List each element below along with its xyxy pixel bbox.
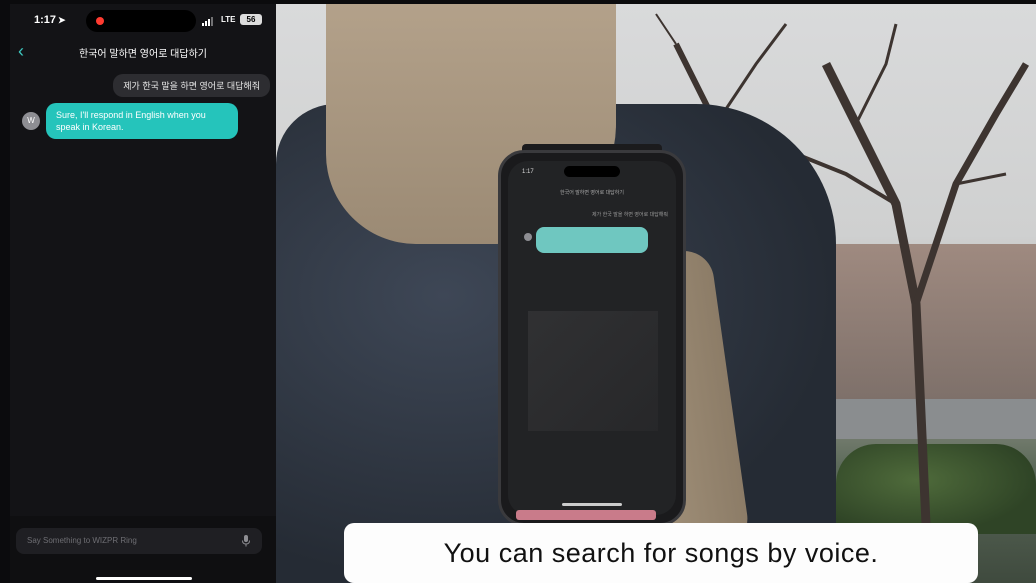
chat-header: ‹ 한국어 말하면 영어로 대답하기 — [10, 40, 276, 64]
held-phone: 1:17 한국어 말하면 영어로 대답하기 제가 한국 말을 하면 영어로 대답… — [498, 150, 686, 526]
phone-screen: 1:17 ➤ LTE 56 ‹ 한국어 말하면 영어로 대답하기 제가 한국 말을… — [10, 4, 276, 583]
held-phone-avatar — [524, 233, 532, 241]
status-time: 1:17 ➤ — [34, 14, 66, 26]
chat-input-area: Say Something to WIZPR Ring — [10, 516, 276, 583]
user-message-bubble: 제가 한국 말을 하면 영어로 대답해줘 — [113, 74, 270, 97]
video-frame: 1:17 한국어 말하면 영어로 대답하기 제가 한국 말을 하면 영어로 대답… — [276, 4, 1036, 583]
phone-holder-strap — [516, 510, 656, 520]
held-phone-bot-bubble — [536, 227, 648, 253]
held-phone-user-message: 제가 한국 말을 하면 영어로 대답해줘 — [592, 212, 668, 218]
screen-reflection — [528, 311, 658, 431]
message-input[interactable]: Say Something to WIZPR Ring — [16, 528, 262, 554]
held-phone-home-indicator — [562, 503, 622, 506]
video-caption: You can search for songs by voice. — [344, 523, 978, 583]
recording-indicator-icon — [96, 17, 104, 25]
home-indicator — [96, 577, 192, 580]
status-bar: 1:17 ➤ LTE 56 — [10, 4, 276, 38]
microphone-icon[interactable] — [240, 534, 252, 548]
caption-text: You can search for songs by voice. — [443, 537, 879, 568]
chat-title: 한국어 말하면 영어로 대답하기 — [79, 49, 207, 60]
location-arrow-icon: ➤ — [58, 15, 66, 25]
held-phone-time: 1:17 — [522, 169, 534, 175]
held-phone-screen: 1:17 한국어 말하면 영어로 대답하기 제가 한국 말을 하면 영어로 대답… — [508, 161, 676, 515]
cellular-signal-icon — [202, 17, 213, 26]
bot-avatar: W — [22, 112, 40, 130]
input-placeholder: Say Something to WIZPR Ring — [27, 536, 137, 545]
battery-icon: 56 — [240, 14, 262, 25]
held-phone-title: 한국어 말하면 영어로 대답하기 — [560, 190, 624, 196]
network-type: LTE — [221, 15, 236, 24]
dynamic-island — [86, 10, 196, 32]
held-phone-island — [564, 166, 620, 177]
bot-message-bubble: Sure, I'll respond in English when you s… — [46, 103, 238, 139]
